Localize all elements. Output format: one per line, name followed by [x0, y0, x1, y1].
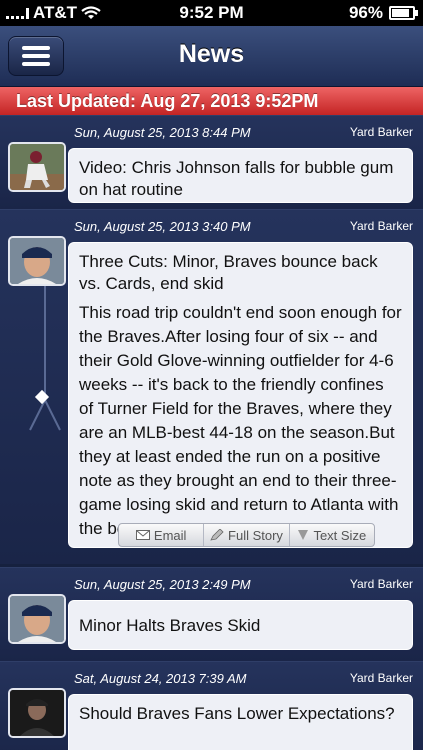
- article-date: Sat, August 24, 2013 7:39 AM: [74, 671, 247, 686]
- article-headline: Minor Halts Braves Skid: [79, 616, 261, 635]
- article-source: Yard Barker: [349, 219, 413, 233]
- article-card-expanded[interactable]: Sun, August 25, 2013 3:40 PM Yard Barker…: [0, 209, 423, 564]
- email-button[interactable]: Email: [119, 524, 205, 546]
- article-headline: Should Braves Fans Lower Expectations?: [79, 704, 395, 723]
- page-title: News: [178, 40, 245, 68]
- last-updated-banner: Last Updated: Aug 27, 2013 9:52PM: [0, 87, 423, 115]
- article-card[interactable]: Sat, August 24, 2013 7:39 AM Yard Barker…: [0, 661, 423, 750]
- article-action-bar: Email Full Story Text Size: [118, 523, 375, 547]
- article-date: Sun, August 25, 2013 8:44 PM: [74, 125, 251, 140]
- article-thumbnail: [8, 236, 66, 286]
- email-label: Email: [153, 527, 187, 543]
- article-date: Sun, August 25, 2013 3:40 PM: [74, 219, 251, 234]
- article-bubble[interactable]: Three Cuts: Minor, Braves bounce back vs…: [68, 242, 413, 548]
- article-source: Yard Barker: [349, 671, 413, 685]
- full-story-button[interactable]: Full Story: [204, 524, 290, 546]
- article-date: Sun, August 25, 2013 2:49 PM: [74, 577, 251, 592]
- article-bubble[interactable]: Should Braves Fans Lower Expectations?: [68, 694, 413, 750]
- article-thumbnail: [8, 594, 66, 644]
- battery-icon: [389, 6, 418, 20]
- email-icon: [135, 530, 150, 540]
- text-size-button[interactable]: Text Size: [290, 524, 374, 546]
- article-bubble[interactable]: Video: Chris Johnson falls for bubble gu…: [68, 148, 413, 203]
- article-bubble[interactable]: Minor Halts Braves Skid: [68, 600, 413, 650]
- pencil-icon: [210, 529, 224, 541]
- article-thumbnail: [8, 688, 66, 738]
- article-card[interactable]: Sun, August 25, 2013 2:49 PM Yard Barker…: [0, 567, 423, 661]
- article-body: This road trip couldn't end soon enough …: [79, 303, 402, 538]
- article-thumbnail: [8, 142, 66, 192]
- full-story-label: Full Story: [228, 527, 283, 543]
- battery-group: 96%: [348, 3, 418, 23]
- news-feed[interactable]: Sun, August 25, 2013 8:44 PM Yard Barker…: [0, 115, 423, 750]
- text-size-icon: [298, 530, 309, 540]
- article-headline: Video: Chris Johnson falls for bubble gu…: [79, 158, 394, 199]
- article-source: Yard Barker: [349, 125, 413, 139]
- status-bar: AT&T 9:52 PM 96%: [0, 0, 423, 26]
- text-size-label: Text Size: [313, 527, 367, 543]
- article-card[interactable]: Sun, August 25, 2013 8:44 PM Yard Barker…: [0, 115, 423, 209]
- nav-bar: News: [0, 26, 423, 87]
- battery-percent: 96%: [348, 3, 383, 22]
- article-headline: Three Cuts: Minor, Braves bounce back vs…: [79, 252, 378, 293]
- article-source: Yard Barker: [349, 577, 413, 591]
